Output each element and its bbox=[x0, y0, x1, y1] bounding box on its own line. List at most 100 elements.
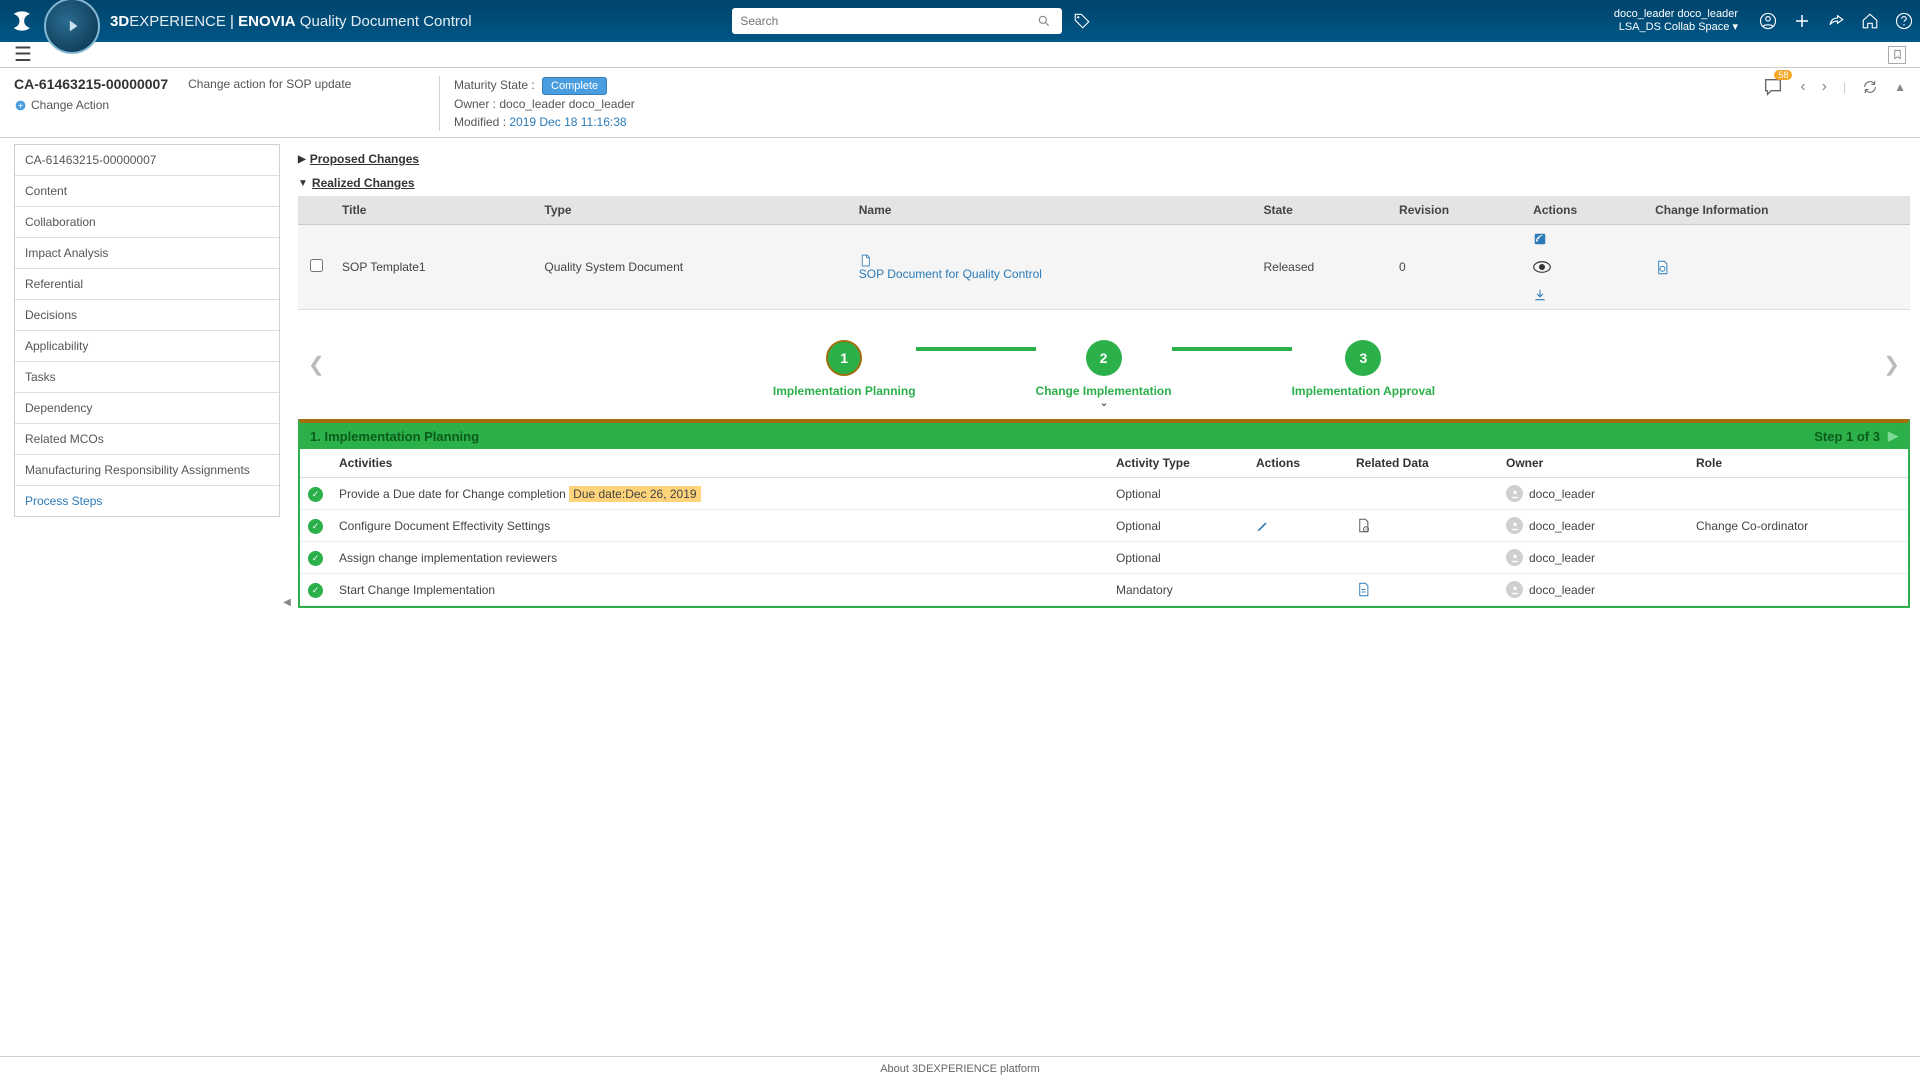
sidebar-item-id[interactable]: CA-61463215-00000007 bbox=[15, 145, 279, 176]
hamburger-icon[interactable]: ☰ bbox=[14, 42, 32, 67]
col-role[interactable]: Role bbox=[1688, 449, 1908, 478]
brand-rest: EXPERIENCE bbox=[129, 13, 226, 30]
compass-icon[interactable] bbox=[44, 0, 100, 54]
proposed-changes-label: Proposed Changes bbox=[310, 152, 419, 166]
collapse-tri-icon: ▼ bbox=[298, 178, 308, 189]
main: CA-61463215-00000007 Content Collaborati… bbox=[0, 138, 1920, 1066]
cell-actions bbox=[1525, 225, 1647, 310]
col-activity-type[interactable]: Activity Type bbox=[1108, 449, 1248, 478]
download-icon[interactable] bbox=[1533, 288, 1639, 302]
brand-app: Quality Document Control bbox=[296, 13, 472, 30]
activity-actions bbox=[1248, 478, 1348, 510]
activity-row[interactable]: ✓Start Change ImplementationMandatorydoc… bbox=[300, 574, 1908, 606]
col-state[interactable]: State bbox=[1256, 196, 1392, 225]
stage-next-icon[interactable]: ▶ bbox=[1888, 428, 1898, 444]
col-related-data[interactable]: Related Data bbox=[1348, 449, 1498, 478]
activity-related-data bbox=[1348, 478, 1498, 510]
sidebar-item-decisions[interactable]: Decisions bbox=[15, 300, 279, 331]
step-1-label: Implementation Planning bbox=[773, 384, 916, 398]
step-3[interactable]: 3 Implementation Approval bbox=[1292, 340, 1436, 398]
col-change-info[interactable]: Change Information bbox=[1647, 196, 1910, 225]
sidebar-item-tasks[interactable]: Tasks bbox=[15, 362, 279, 393]
sidebar-item-process-steps[interactable]: Process Steps bbox=[15, 486, 279, 516]
about-link[interactable]: About 3DEXPERIENCE platform bbox=[880, 1063, 1040, 1075]
activity-actions bbox=[1248, 574, 1348, 606]
step-2-label: Change Implementation bbox=[1036, 384, 1172, 398]
activity-type: Optional bbox=[1108, 478, 1248, 510]
owner-label: Owner : doco_leader doco_leader bbox=[454, 95, 635, 113]
search-input[interactable] bbox=[740, 14, 1034, 28]
subscribe-icon[interactable] bbox=[1533, 232, 1639, 246]
sidebar-item-impact-analysis[interactable]: Impact Analysis bbox=[15, 238, 279, 269]
sidebar-item-applicability[interactable]: Applicability bbox=[15, 331, 279, 362]
row-checkbox[interactable] bbox=[310, 259, 323, 272]
activity-name: Provide a Due date for Change completion… bbox=[331, 478, 1108, 510]
doc-link[interactable]: SOP Document for Quality Control bbox=[859, 267, 1042, 281]
cell-revision: 0 bbox=[1391, 225, 1525, 310]
add-icon[interactable] bbox=[1792, 11, 1812, 31]
prev-icon[interactable]: ‹ bbox=[1800, 78, 1805, 96]
step-connector bbox=[916, 347, 1036, 351]
tag-icon[interactable] bbox=[1072, 11, 1092, 31]
sidebar-item-referential[interactable]: Referential bbox=[15, 269, 279, 300]
sidebar-collapse-icon[interactable]: ◀ bbox=[280, 138, 294, 1066]
next-icon[interactable]: › bbox=[1822, 78, 1827, 96]
profile-icon[interactable] bbox=[1758, 11, 1778, 31]
refresh-icon[interactable] bbox=[1862, 79, 1878, 95]
proposed-changes-header[interactable]: ▶ Proposed Changes bbox=[298, 148, 1910, 172]
avatar-icon bbox=[1506, 581, 1523, 598]
realized-changes-header[interactable]: ▼ Realized Changes bbox=[298, 172, 1910, 196]
step-2[interactable]: 2 Change Implementation bbox=[1036, 340, 1172, 398]
activity-related-data bbox=[1348, 510, 1498, 542]
view-icon[interactable] bbox=[1533, 260, 1639, 274]
comments-icon[interactable]: 58 bbox=[1762, 76, 1784, 98]
sidebar-item-mfg-responsibility[interactable]: Manufacturing Responsibility Assignments bbox=[15, 455, 279, 486]
search-icon[interactable] bbox=[1034, 11, 1054, 31]
edit-icon[interactable] bbox=[1256, 519, 1340, 533]
home-icon[interactable] bbox=[1860, 11, 1880, 31]
modified-date[interactable]: 2019 Dec 18 11:16:38 bbox=[509, 115, 626, 129]
activity-actions bbox=[1248, 510, 1348, 542]
help-icon[interactable] bbox=[1894, 11, 1914, 31]
activity-owner: doco_leader bbox=[1498, 510, 1688, 542]
col-revision[interactable]: Revision bbox=[1391, 196, 1525, 225]
sidebar-item-collaboration[interactable]: Collaboration bbox=[15, 207, 279, 238]
col-activities[interactable]: Activities bbox=[331, 449, 1108, 478]
settings-doc-icon[interactable] bbox=[1356, 518, 1490, 533]
col-owner[interactable]: Owner bbox=[1498, 449, 1688, 478]
share-icon[interactable] bbox=[1826, 11, 1846, 31]
stepper-prev-icon[interactable]: ❮ bbox=[308, 352, 325, 377]
bookmark-toggle[interactable] bbox=[1888, 46, 1906, 64]
activity-row[interactable]: ✓Configure Document Effectivity Settings… bbox=[300, 510, 1908, 542]
sidebar-item-dependency[interactable]: Dependency bbox=[15, 393, 279, 424]
maturity-badge: Complete bbox=[542, 77, 607, 95]
related-doc-icon[interactable] bbox=[1356, 582, 1490, 597]
table-row[interactable]: SOP Template1 Quality System Document SO… bbox=[298, 225, 1910, 310]
sidebar-tabs: CA-61463215-00000007 Content Collaborati… bbox=[14, 144, 280, 517]
realized-changes-label: Realized Changes bbox=[312, 176, 415, 190]
activity-row[interactable]: ✓Provide a Due date for Change completio… bbox=[300, 478, 1908, 510]
activity-row[interactable]: ✓Assign change implementation reviewersO… bbox=[300, 542, 1908, 574]
collapse-icon[interactable]: ▲ bbox=[1894, 80, 1906, 94]
user-info[interactable]: doco_leader doco_leader LSA_DS Collab Sp… bbox=[1614, 8, 1738, 34]
col-actions[interactable]: Actions bbox=[1525, 196, 1647, 225]
step-1[interactable]: 1 Implementation Planning bbox=[773, 340, 916, 398]
sidebar: CA-61463215-00000007 Content Collaborati… bbox=[0, 138, 280, 1066]
step-2-num: 2 bbox=[1086, 340, 1122, 376]
col-title[interactable]: Title bbox=[334, 196, 536, 225]
expand-icon: ▶ bbox=[298, 154, 306, 165]
col-actions2[interactable]: Actions bbox=[1248, 449, 1348, 478]
type-label: Change Action bbox=[31, 98, 109, 112]
change-info-icon[interactable] bbox=[1655, 260, 1902, 275]
activity-name: Assign change implementation reviewers bbox=[331, 542, 1108, 574]
ds-logo[interactable] bbox=[6, 4, 40, 38]
comment-count: 58 bbox=[1774, 70, 1792, 80]
search-box[interactable] bbox=[732, 8, 1062, 34]
col-name[interactable]: Name bbox=[851, 196, 1256, 225]
hamburger-row: ☰ bbox=[0, 42, 1920, 68]
sidebar-item-related-mcos[interactable]: Related MCOs bbox=[15, 424, 279, 455]
col-type[interactable]: Type bbox=[536, 196, 850, 225]
stepper-next-icon[interactable]: ❯ bbox=[1883, 352, 1900, 377]
sidebar-item-content[interactable]: Content bbox=[15, 176, 279, 207]
step-1-num: 1 bbox=[826, 340, 862, 376]
